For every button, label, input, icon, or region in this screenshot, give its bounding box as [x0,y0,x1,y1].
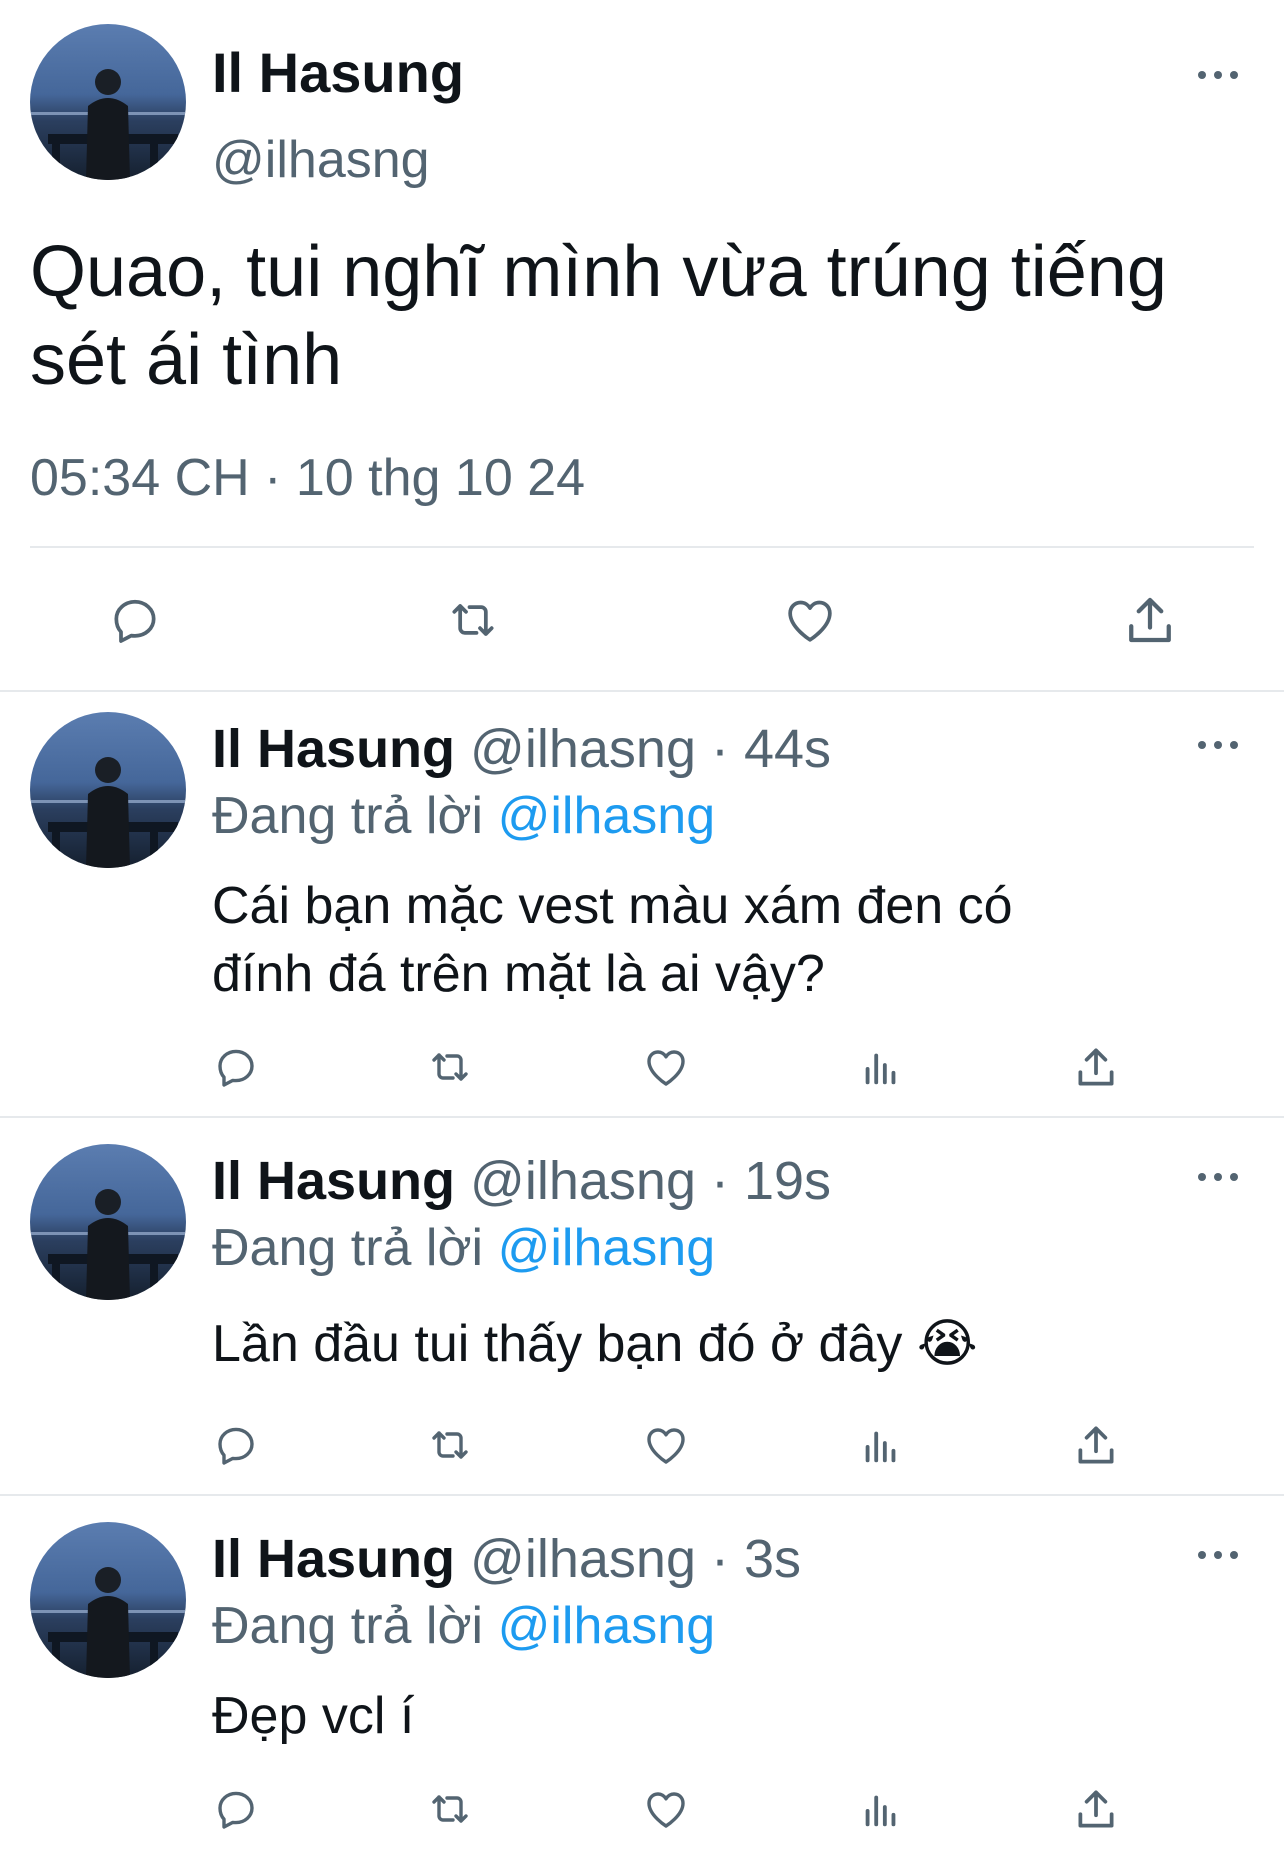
mention-link[interactable]: @ilhasng [498,787,716,845]
more-icon[interactable] [1198,1548,1238,1562]
share-icon[interactable] [1068,1040,1124,1094]
reply-icon[interactable] [100,590,170,650]
display-name[interactable]: Il Hasung [212,1151,455,1211]
avatar[interactable] [30,1144,186,1300]
retweet-icon[interactable] [435,590,511,650]
share-icon[interactable] [1115,588,1185,652]
views-icon[interactable] [856,1420,906,1470]
mention-link[interactable]: @ilhasng [498,1597,716,1655]
more-icon[interactable] [1198,68,1238,82]
tweet-timestamp[interactable]: 05:34 CH · 10 thg 10 24 [30,448,585,508]
reply-header: Il Hasung @ilhasng · 3s [212,1528,801,1590]
share-icon[interactable] [1068,1418,1124,1472]
like-icon[interactable] [638,1042,694,1092]
replying-to: Đang trả lời @ilhasng [212,1219,716,1277]
avatar[interactable] [30,24,186,180]
divider [0,1494,1284,1496]
handle-time[interactable]: @ilhasng · 19s [470,1151,831,1211]
divider [30,546,1254,548]
display-name[interactable]: Il Hasung [212,719,455,779]
reply-text: Cái bạn mặc vest màu xám đen có đính đá … [212,877,1013,1003]
reply-icon[interactable] [208,1420,264,1470]
display-name[interactable]: Il Hasung [212,40,464,105]
retweet-icon[interactable] [420,1420,480,1470]
retweet-icon[interactable] [420,1784,480,1834]
reply-text: Lần đầu tui thấy bạn đó ở đây 😭 [212,1315,978,1373]
handle[interactable]: @ilhasng [212,130,430,190]
handle-time[interactable]: @ilhasng · 3s [470,1529,801,1589]
more-icon[interactable] [1198,1170,1238,1184]
mention-link[interactable]: @ilhasng [498,1219,716,1277]
divider [0,1116,1284,1118]
share-icon[interactable] [1068,1782,1124,1836]
views-icon[interactable] [856,1042,906,1092]
replying-to: Đang trả lời @ilhasng [212,1597,716,1655]
reply-icon[interactable] [208,1042,264,1092]
display-name[interactable]: Il Hasung [212,1529,455,1589]
reply-header: Il Hasung @ilhasng · 19s [212,1150,831,1212]
handle-time[interactable]: @ilhasng · 44s [470,719,831,779]
avatar[interactable] [30,1522,186,1678]
replying-to: Đang trả lời @ilhasng [212,787,716,845]
more-icon[interactable] [1198,738,1238,752]
tweet-text: Quao, tui nghĩ mình vừa trúng tiếng sét … [30,232,1167,400]
reply-header: Il Hasung @ilhasng · 44s [212,718,831,780]
like-icon[interactable] [775,590,845,650]
retweet-icon[interactable] [420,1042,480,1092]
reply-icon[interactable] [208,1784,264,1834]
views-icon[interactable] [856,1784,906,1834]
avatar[interactable] [30,712,186,868]
like-icon[interactable] [638,1784,694,1834]
reply-text: Đẹp vcl í [212,1687,415,1745]
divider [0,690,1284,692]
like-icon[interactable] [638,1420,694,1470]
